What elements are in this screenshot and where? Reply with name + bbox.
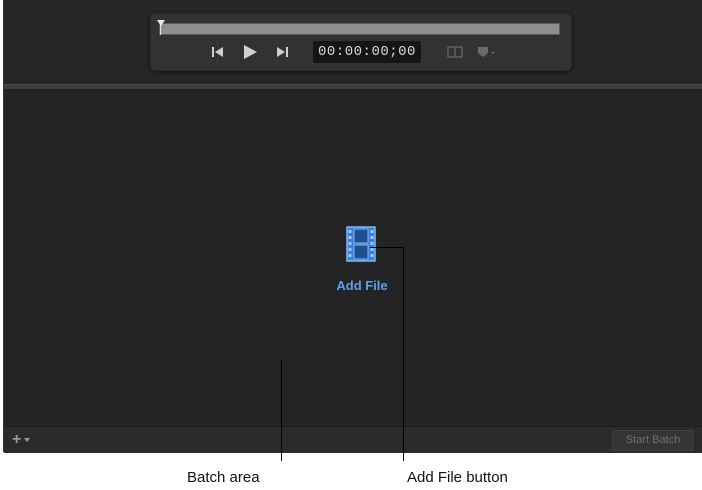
batch-area[interactable]: Add File [4, 89, 702, 426]
timeline-scrubber[interactable] [159, 23, 560, 35]
play-icon [244, 45, 257, 59]
playhead[interactable] [157, 20, 165, 26]
playhead-line [160, 21, 161, 35]
chevron-down-icon [24, 437, 31, 442]
add-file-callout-line-v [403, 247, 404, 461]
film-strip-icon [346, 226, 376, 262]
viewer-layout-button[interactable] [444, 42, 466, 62]
plus-icon: + [12, 431, 22, 448]
next-button[interactable] [271, 42, 293, 62]
add-file-button-callout: Add File button [407, 469, 508, 486]
add-file-button[interactable]: Add File [322, 226, 402, 296]
transport-controls: 00:00:00;00 [150, 13, 572, 71]
compressor-window: 00:00:00;00 Add File + Start Batch [3, 0, 702, 453]
skip-back-icon [212, 47, 223, 57]
add-menu-button[interactable]: + [12, 431, 31, 449]
viewer-area: 00:00:00;00 [4, 0, 702, 84]
batch-area-callout: Batch area [187, 469, 260, 486]
add-file-label: Add File [336, 278, 388, 293]
bottom-toolbar: + Start Batch [4, 426, 702, 453]
batch-area-callout-line [281, 360, 282, 461]
start-batch-button[interactable]: Start Batch [612, 430, 694, 451]
add-file-callout-line-h [370, 247, 404, 248]
play-button[interactable] [239, 42, 261, 62]
timecode-display: 00:00:00;00 [313, 41, 421, 63]
skip-forward-icon [277, 47, 288, 57]
previous-button[interactable] [207, 42, 229, 62]
marker-menu-button[interactable] [474, 42, 500, 62]
viewer-layout-icon [447, 46, 463, 58]
marker-icon [478, 47, 495, 57]
